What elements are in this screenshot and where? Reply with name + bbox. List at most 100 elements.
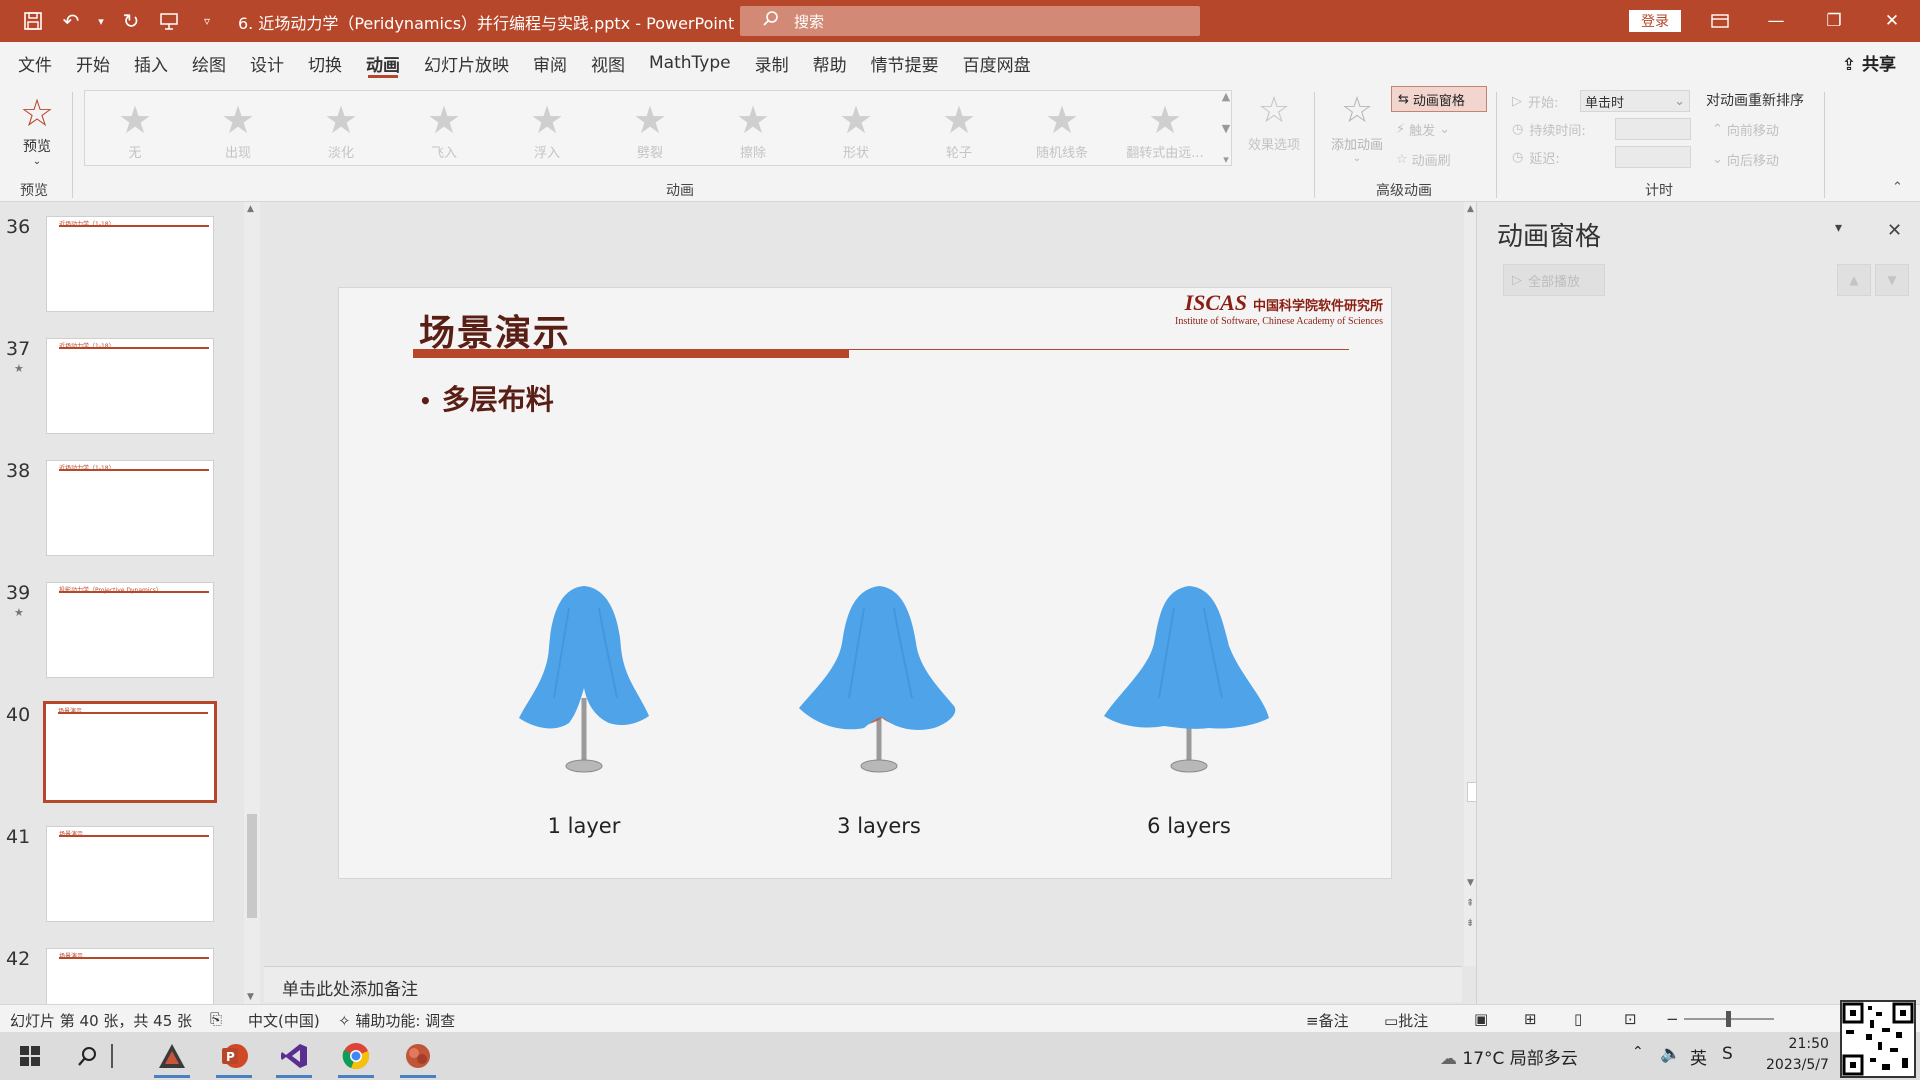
chrome-icon[interactable]: [334, 1038, 378, 1078]
thumbnail-image[interactable]: 场景演示: [46, 948, 214, 1004]
minimize-icon[interactable]: —: [1748, 4, 1804, 38]
tab-9[interactable]: 视图: [579, 42, 637, 84]
scroll-down-icon[interactable]: ▼: [247, 992, 254, 1002]
tab-2[interactable]: 插入: [122, 42, 180, 84]
visual-studio-icon[interactable]: [272, 1038, 316, 1078]
thumbnail-image[interactable]: 近场动力学（1-18）: [46, 216, 214, 312]
tab-11[interactable]: 录制: [743, 42, 801, 84]
notes-placeholder[interactable]: 单击此处添加备注: [282, 975, 418, 1000]
tray-expand-icon[interactable]: ⌃: [1632, 1044, 1644, 1060]
scroll-down-icon[interactable]: ▼: [1222, 122, 1230, 135]
thumbnail-scrollbar[interactable]: ▲ ▼: [244, 202, 260, 1004]
notes-toggle-button[interactable]: ≡备注: [1306, 1010, 1349, 1031]
tab-14[interactable]: 百度网盘: [951, 42, 1043, 84]
share-button[interactable]: ⇪ 共享: [1842, 50, 1896, 75]
trigger-button[interactable]: ⚡ 触发 ⌄: [1396, 120, 1450, 139]
scroll-up-icon[interactable]: ▲: [247, 204, 254, 214]
next-slide-icon[interactable]: ⇟: [1466, 918, 1474, 929]
close-window-icon[interactable]: ✕: [1864, 4, 1920, 38]
animation-option-3[interactable]: ★ 飞入: [394, 91, 494, 167]
thumbnail-image[interactable]: 投影动力学（Projective Dynamics）: [46, 582, 214, 678]
language-indicator[interactable]: 中文(中国): [248, 1010, 320, 1031]
animation-option-7[interactable]: ★ 形状: [806, 91, 906, 167]
accessibility-status[interactable]: ✧ 辅助功能: 调查: [338, 1010, 455, 1031]
tab-0[interactable]: 文件: [6, 42, 64, 84]
restore-icon[interactable]: ❐: [1806, 4, 1862, 38]
slide-thumbnail-38[interactable]: 38 近场动力学（1-18）: [0, 460, 240, 560]
animation-option-8[interactable]: ★ 轮子: [909, 91, 1009, 167]
reading-view-icon[interactable]: ▯: [1574, 1010, 1582, 1028]
zoom-slider-thumb[interactable]: [1726, 1011, 1731, 1027]
animation-option-2[interactable]: ★ 淡化: [291, 91, 391, 167]
tab-7[interactable]: 幻灯片放映: [412, 42, 521, 84]
save-icon[interactable]: [18, 6, 48, 36]
thumbnail-image[interactable]: 场景演示: [46, 826, 214, 922]
add-animation-button[interactable]: ☆ 添加动画 ⌄: [1324, 88, 1390, 164]
tab-5[interactable]: 切换: [296, 42, 354, 84]
slide-thumbnail-42[interactable]: 42 场景演示: [0, 948, 240, 1004]
scrollbar-thumb[interactable]: [247, 814, 257, 918]
tab-6[interactable]: 动画: [354, 42, 412, 84]
effect-options-button[interactable]: ☆ 效果选项: [1240, 88, 1308, 153]
animation-option-0[interactable]: ★ 无: [85, 91, 185, 167]
animation-option-6[interactable]: ★ 擦除: [703, 91, 803, 167]
animation-option-4[interactable]: ★ 浮入: [497, 91, 597, 167]
scroll-up-icon[interactable]: ▲: [1222, 90, 1230, 103]
redo-icon[interactable]: ↻: [116, 6, 146, 36]
tab-8[interactable]: 审阅: [521, 42, 579, 84]
collapse-ribbon-icon[interactable]: ⌃: [1892, 180, 1903, 195]
play-all-button[interactable]: ▷ 全部播放: [1503, 264, 1605, 296]
tab-10[interactable]: MathType: [637, 42, 743, 84]
close-pane-icon[interactable]: ✕: [1887, 220, 1902, 241]
ime-indicator[interactable]: 英: [1690, 1044, 1707, 1069]
gallery-more-icon[interactable]: ▾: [1223, 153, 1229, 166]
normal-view-icon[interactable]: ▣: [1474, 1010, 1488, 1028]
ribbon-display-options-icon[interactable]: [1692, 4, 1748, 38]
customize-qat-icon[interactable]: ▿: [192, 6, 222, 36]
slide-thumbnail-40[interactable]: 40 场景演示: [0, 701, 240, 804]
slide-thumbnail-36[interactable]: 36 近场动力学（1-18）: [0, 216, 240, 316]
bullet-item[interactable]: • 多层布料: [419, 378, 554, 418]
app-swirl-icon[interactable]: [396, 1038, 440, 1078]
previous-slide-icon[interactable]: ⇞: [1466, 898, 1474, 909]
powerpoint-icon[interactable]: P: [212, 1038, 256, 1078]
slideshow-icon[interactable]: ⊡: [1624, 1010, 1637, 1028]
input-method-icon[interactable]: S: [1722, 1044, 1733, 1064]
tab-3[interactable]: 绘图: [180, 42, 238, 84]
animation-pane-button[interactable]: ⇆ 动画窗格: [1391, 86, 1487, 112]
present-from-start-icon[interactable]: [154, 6, 184, 36]
clock[interactable]: 21:50 2023/5/7: [1766, 1034, 1829, 1076]
animation-option-5[interactable]: ★ 劈裂: [600, 91, 700, 167]
slide-thumbnail-37[interactable]: 37 ★ 近场动力学（1-18）: [0, 338, 240, 438]
search-icon[interactable]: [66, 1038, 110, 1074]
zoom-out-icon[interactable]: −: [1666, 1010, 1679, 1028]
move-earlier-button[interactable]: ⌃ 向前移动: [1712, 120, 1779, 139]
move-up-button[interactable]: ▲: [1837, 264, 1871, 296]
animation-option-1[interactable]: ★ 出现: [188, 91, 288, 167]
zoom-slider[interactable]: [1684, 1011, 1774, 1027]
pane-options-icon[interactable]: ▾: [1835, 220, 1842, 236]
undo-icon[interactable]: ↶: [56, 6, 86, 36]
preview-button[interactable]: ☆ 预览 ⌄: [12, 90, 62, 167]
animation-painter-button[interactable]: ☆ 动画刷: [1396, 150, 1451, 169]
current-slide[interactable]: 场景演示 ISCAS 中国科学院软件研究所 Institute of Softwa…: [338, 287, 1392, 879]
slide-sorter-icon[interactable]: ⊞: [1524, 1010, 1537, 1028]
animation-option-9[interactable]: ★ 随机线条: [1012, 91, 1112, 167]
slide-thumbnail-41[interactable]: 41 场景演示: [0, 826, 240, 926]
thumbnail-image[interactable]: 近场动力学（1-18）: [46, 338, 214, 434]
notes-pane[interactable]: 单击此处添加备注: [264, 966, 1462, 1002]
duration-input[interactable]: [1615, 118, 1692, 140]
weather-widget[interactable]: ☁ 17°C 局部多云: [1440, 1044, 1578, 1069]
tab-13[interactable]: 情节提要: [859, 42, 951, 84]
delay-input[interactable]: [1615, 146, 1692, 168]
thumbnail-image[interactable]: 场景演示: [43, 701, 217, 803]
undo-dropdown-icon[interactable]: ▾: [94, 6, 108, 36]
animation-option-10[interactable]: ★ 翻转式由远...: [1115, 91, 1215, 167]
tab-12[interactable]: 帮助: [801, 42, 859, 84]
search-box[interactable]: 搜索: [740, 6, 1200, 36]
move-later-button[interactable]: ⌄ 向后移动: [1712, 150, 1779, 169]
app-a-icon[interactable]: [150, 1038, 194, 1078]
tab-4[interactable]: 设计: [238, 42, 296, 84]
start-select[interactable]: 单击时 ⌄: [1580, 90, 1690, 112]
gallery-scroll[interactable]: ▲ ▼ ▾: [1218, 90, 1234, 166]
